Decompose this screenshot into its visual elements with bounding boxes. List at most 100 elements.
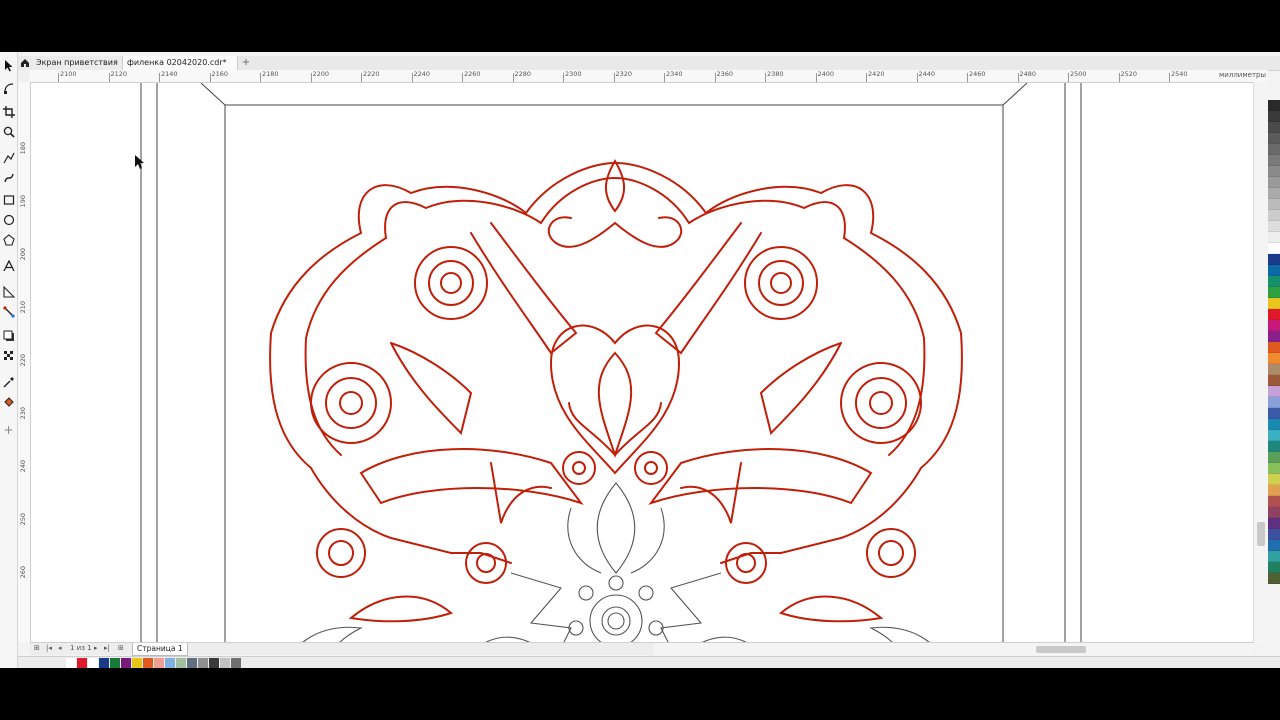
palette-swatch[interactable] [1268,375,1280,386]
palette-swatch[interactable] [1268,166,1280,177]
shape-tool-icon[interactable] [1,80,16,96]
document-palette-swatch[interactable] [209,658,219,668]
palette-swatch[interactable] [1268,210,1280,221]
dimension-tool-icon[interactable] [1,284,16,300]
palette-swatch[interactable] [1268,474,1280,485]
palette-swatch[interactable] [1268,331,1280,342]
last-page-icon[interactable]: ▸| [104,644,110,652]
document-palette[interactable] [18,656,1280,668]
text-tool-icon[interactable] [1,258,16,274]
document-palette-swatch[interactable] [187,658,197,668]
document-palette-swatch[interactable] [132,658,142,668]
document-palette-swatch[interactable] [77,658,87,668]
document-palette-swatch[interactable] [110,658,120,668]
tab-welcome-screen[interactable]: Экран приветствия [32,56,124,70]
palette-swatch[interactable] [1268,309,1280,320]
palette-swatch[interactable] [1268,562,1280,573]
palette-swatch[interactable] [1268,529,1280,540]
crop-tool-icon[interactable] [1,104,16,120]
zoom-tool-icon[interactable] [1,124,16,140]
document-palette-swatch[interactable] [198,658,208,668]
freehand-tool-icon[interactable] [1,150,16,166]
palette-swatch[interactable] [1268,265,1280,276]
document-palette-swatch[interactable] [231,658,241,668]
page-tab-1[interactable]: Страница 1 [132,643,188,656]
document-palette-swatch[interactable] [154,658,164,668]
palette-swatch[interactable] [1268,122,1280,133]
drawing-canvas[interactable] [31,83,1268,642]
transparency-icon[interactable] [1,348,16,364]
document-palette-swatch[interactable] [220,658,230,668]
palette-swatch[interactable] [1268,364,1280,375]
connector-tool-icon[interactable] [1,304,16,320]
add-page-icon[interactable]: ⊞ [34,644,40,652]
palette-swatch[interactable] [1268,320,1280,331]
horizontal-scroll-thumb[interactable] [1036,646,1086,653]
palette-swatch[interactable] [1268,551,1280,562]
ruler-h-label: 2360 [716,70,734,78]
palette-swatch[interactable] [1268,177,1280,188]
palette-swatch[interactable] [1268,221,1280,232]
palette-swatch[interactable] [1268,573,1280,584]
palette-swatch[interactable] [1268,111,1280,122]
tab-document[interactable]: филенка 02042020.cdr* [122,56,238,70]
palette-swatch[interactable] [1268,298,1280,309]
vertical-ruler[interactable]: 180 190 200 210 220 230 240 250 260 [18,82,31,642]
ruler-h-label: 2520 [1120,70,1138,78]
add-tool-icon[interactable]: + [1,422,16,438]
polygon-tool-icon[interactable] [1,232,16,248]
palette-swatch[interactable] [1268,540,1280,551]
palette-swatch[interactable] [1268,496,1280,507]
palette-swatch[interactable] [1268,452,1280,463]
palette-swatch[interactable] [1268,232,1280,243]
document-palette-swatch[interactable] [99,658,109,668]
palette-swatch[interactable] [1268,507,1280,518]
next-page-icon[interactable]: ▸ [94,644,98,652]
palette-swatch[interactable] [1268,100,1280,111]
palette-swatch[interactable] [1268,188,1280,199]
palette-swatch[interactable] [1268,342,1280,353]
horizontal-ruler[interactable]: миллиметры 2100 2120 2140 2160 2180 2200 2220 2… [30,70,1268,83]
palette-swatch[interactable] [1268,133,1280,144]
ruler-h-label: 2320 [615,70,633,78]
document-palette-swatch[interactable] [66,658,76,668]
first-page-icon[interactable]: |◂ [46,644,52,652]
palette-swatch[interactable] [1268,254,1280,265]
palette-swatch[interactable] [1268,287,1280,298]
prev-page-icon[interactable]: ◂ [58,644,62,652]
document-palette-swatch[interactable] [176,658,186,668]
palette-swatch[interactable] [1268,408,1280,419]
palette-swatch[interactable] [1268,518,1280,529]
palette-swatch[interactable] [1268,463,1280,474]
eyedropper-icon[interactable] [1,374,16,390]
vertical-scrollbar[interactable] [1253,82,1268,642]
palette-swatch[interactable] [1268,144,1280,155]
palette-swatch[interactable] [1268,353,1280,364]
ellipse-tool-icon[interactable] [1,212,16,228]
home-icon[interactable] [18,56,32,70]
palette-swatch[interactable] [1268,243,1280,254]
vertical-scroll-thumb[interactable] [1257,522,1265,546]
drop-shadow-icon[interactable] [1,328,16,344]
palette-swatch[interactable] [1268,485,1280,496]
palette-swatch[interactable] [1268,441,1280,452]
document-palette-swatch[interactable] [165,658,175,668]
rectangle-tool-icon[interactable] [1,192,16,208]
palette-swatch[interactable] [1268,155,1280,166]
palette-swatch[interactable] [1268,276,1280,287]
add-page-after-icon[interactable]: ⊞ [118,644,124,652]
color-palette[interactable] [1268,100,1280,640]
palette-swatch[interactable] [1268,397,1280,408]
add-tab-button[interactable]: + [240,56,252,70]
fill-tool-icon[interactable] [1,394,16,410]
palette-swatch[interactable] [1268,419,1280,430]
document-palette-swatch[interactable] [143,658,153,668]
palette-swatch[interactable] [1268,199,1280,210]
palette-swatch[interactable] [1268,430,1280,441]
document-palette-swatch[interactable] [121,658,131,668]
pick-tool-icon[interactable] [1,58,16,74]
palette-swatch[interactable] [1268,386,1280,397]
artistic-media-icon[interactable] [1,170,16,186]
horizontal-scrollbar[interactable] [654,642,1254,655]
document-palette-swatch[interactable] [88,658,98,668]
